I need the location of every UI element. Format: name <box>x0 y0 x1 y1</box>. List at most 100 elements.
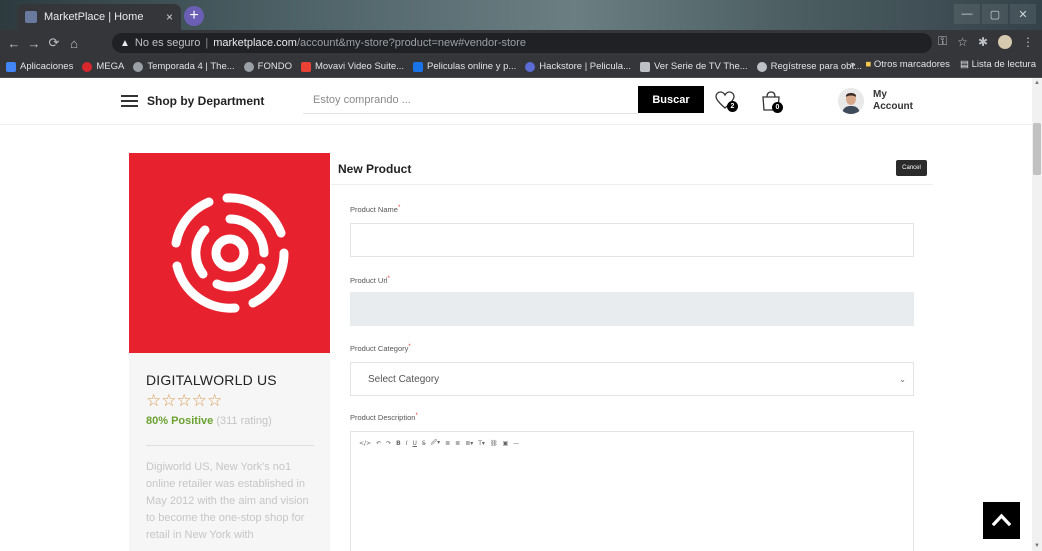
reload-icon[interactable]: ⟳ <box>44 35 64 51</box>
bookmark-item[interactable]: Regístrese para obt... <box>756 61 862 72</box>
forward-icon[interactable]: → <box>24 36 44 51</box>
star-icon[interactable]: ☆ <box>957 35 968 49</box>
category-select[interactable]: Select Category ⌄ <box>350 362 914 396</box>
strikethrough-icon[interactable]: S̶ <box>422 440 426 447</box>
bookmark-item[interactable]: FONDO <box>243 61 292 72</box>
film-icon <box>413 61 424 72</box>
vendor-name: DIGITALWORLD US <box>146 372 277 388</box>
chevron-up-icon <box>992 513 1011 526</box>
toolbar-right-icons: ⚿ ☆ ✱ ⋮ <box>938 34 1034 49</box>
bookmark-item[interactable]: Peliculas online y p... <box>413 61 516 72</box>
hamburger-menu-icon[interactable] <box>121 95 138 107</box>
description-editor[interactable]: </> ↶ ↷ B I U S̶ 🖉▾ ≣ ≣ ≣▾ T▾ ⛓ ▣ — <box>350 431 914 551</box>
scrollbar-thumb[interactable] <box>1033 123 1041 175</box>
warning-icon: ▲ <box>120 37 130 49</box>
label-text: Product Url <box>350 276 388 285</box>
search-input[interactable] <box>303 86 638 114</box>
reading-list-icon: ▤ <box>959 59 969 70</box>
other-bookmarks[interactable]: ■ Otros marcadores <box>866 59 950 70</box>
product-description-label: Product Description* <box>350 413 418 422</box>
new-product-form: New Product Cancel Product Name* Product… <box>331 153 933 551</box>
bookmarks-right: » ■ Otros marcadores ▤ Lista de lectura <box>850 59 1036 70</box>
bookmark-label: Peliculas online y p... <box>427 61 517 72</box>
back-to-top-button[interactable] <box>983 502 1020 539</box>
apps-grid-icon <box>6 61 16 72</box>
profile-avatar-icon[interactable] <box>998 34 1012 49</box>
code-view-icon[interactable]: </> <box>359 440 371 447</box>
cart-button[interactable]: 0 <box>760 90 783 113</box>
new-tab-button[interactable]: + <box>184 6 204 26</box>
bookmark-label: Aplicaciones <box>20 61 74 72</box>
product-category-label: Product Category* <box>350 344 411 353</box>
required-mark: * <box>387 276 390 282</box>
clock-icon <box>133 61 144 72</box>
bookmark-item[interactable]: Ver Serie de TV The... <box>640 61 748 72</box>
product-url-input <box>350 292 914 326</box>
avatar[interactable] <box>838 88 864 114</box>
window-controls: — ▢ ✕ <box>954 4 1036 24</box>
highlight-icon[interactable]: 🖉▾ <box>431 438 440 448</box>
shop-by-department[interactable]: Shop by Department <box>147 94 264 108</box>
security-label: No es seguro <box>134 37 201 49</box>
bookmark-item[interactable]: Temporada 4 | The... <box>133 61 235 72</box>
product-name-input[interactable] <box>350 223 914 257</box>
bookmark-label: Ver Serie de TV The... <box>654 61 748 72</box>
label-text: Product Category <box>350 344 409 353</box>
bookmark-item[interactable]: Movavi Video Suite... <box>300 61 404 72</box>
product-name-label: Product Name* <box>350 205 400 214</box>
bookmarks-more-icon[interactable]: » <box>850 59 855 70</box>
my-account-link[interactable]: My Account <box>873 89 923 113</box>
wishlist-button[interactable]: 2 <box>714 90 738 112</box>
divider <box>146 445 314 446</box>
movavi-icon <box>300 61 311 72</box>
search-button[interactable]: Buscar <box>638 86 704 113</box>
reading-list[interactable]: ▤ Lista de lectura <box>960 59 1036 70</box>
rating-count: (311 rating) <box>216 415 272 427</box>
text-size-icon[interactable]: T▾ <box>478 440 485 447</box>
horizontal-rule-icon[interactable]: — <box>513 440 519 447</box>
url-path: /account&my-store?product=new#vendor-sto… <box>296 37 526 49</box>
site-favicon-icon <box>25 11 37 23</box>
scroll-up-icon[interactable]: ▲ <box>1034 80 1040 86</box>
redo-icon[interactable]: ↷ <box>386 440 391 447</box>
align-icon[interactable]: ≣▾ <box>465 440 473 447</box>
wishlist-count-badge: 2 <box>727 101 738 112</box>
browser-tab[interactable]: MarketPlace | Home × <box>17 4 181 30</box>
bookmarks-bar: Aplicaciones MEGA Temporada 4 | The... F… <box>0 56 1042 78</box>
numbered-list-icon[interactable]: ≣ <box>455 440 460 447</box>
bookmark-item[interactable]: Aplicaciones <box>6 61 73 72</box>
cancel-button[interactable]: Cancel <box>896 160 927 176</box>
form-title: New Product <box>338 162 412 176</box>
key-icon[interactable]: ⚿ <box>938 34 947 49</box>
chrome-icon <box>756 61 767 72</box>
rating-stars-icon: ☆☆☆☆☆ <box>146 391 223 410</box>
close-window-icon[interactable]: ✕ <box>1010 4 1036 24</box>
minimize-icon[interactable]: — <box>954 4 980 24</box>
required-mark: * <box>397 205 401 211</box>
bookmark-item[interactable]: Hackstore | Pelicula... <box>525 61 631 72</box>
maximize-icon[interactable]: ▢ <box>982 4 1008 24</box>
page-scrollbar[interactable]: ▲ ▼ <box>1032 78 1042 551</box>
link-icon[interactable]: ⛓ <box>490 440 498 447</box>
globe-icon <box>243 61 254 72</box>
bullet-list-icon[interactable]: ≣ <box>445 440 450 447</box>
extensions-icon[interactable]: ✱ <box>978 35 988 49</box>
underline-icon[interactable]: U <box>413 440 417 447</box>
positive-percentage: 80% Positive <box>146 415 214 427</box>
home-icon[interactable]: ⌂ <box>64 36 84 51</box>
back-icon[interactable]: ← <box>4 36 24 51</box>
vendor-logo-icon <box>171 193 289 313</box>
image-icon[interactable]: ▣ <box>503 440 509 447</box>
tab-close-icon[interactable]: × <box>166 10 173 24</box>
address-bar[interactable]: ▲ No es seguro | marketplace.com /accoun… <box>112 33 932 53</box>
scroll-down-icon[interactable]: ▼ <box>1034 543 1040 549</box>
vendor-rating: 80% Positive (311 rating) <box>146 415 272 427</box>
bookmark-label: FONDO <box>257 61 292 72</box>
bold-icon[interactable]: B <box>396 440 401 447</box>
bookmark-item[interactable]: MEGA <box>82 61 124 72</box>
play-icon <box>640 61 650 72</box>
menu-dots-icon[interactable]: ⋮ <box>1022 35 1034 49</box>
undo-icon[interactable]: ↶ <box>376 440 381 447</box>
italic-icon[interactable]: I <box>406 440 408 447</box>
bookmark-label: MEGA <box>96 61 125 72</box>
